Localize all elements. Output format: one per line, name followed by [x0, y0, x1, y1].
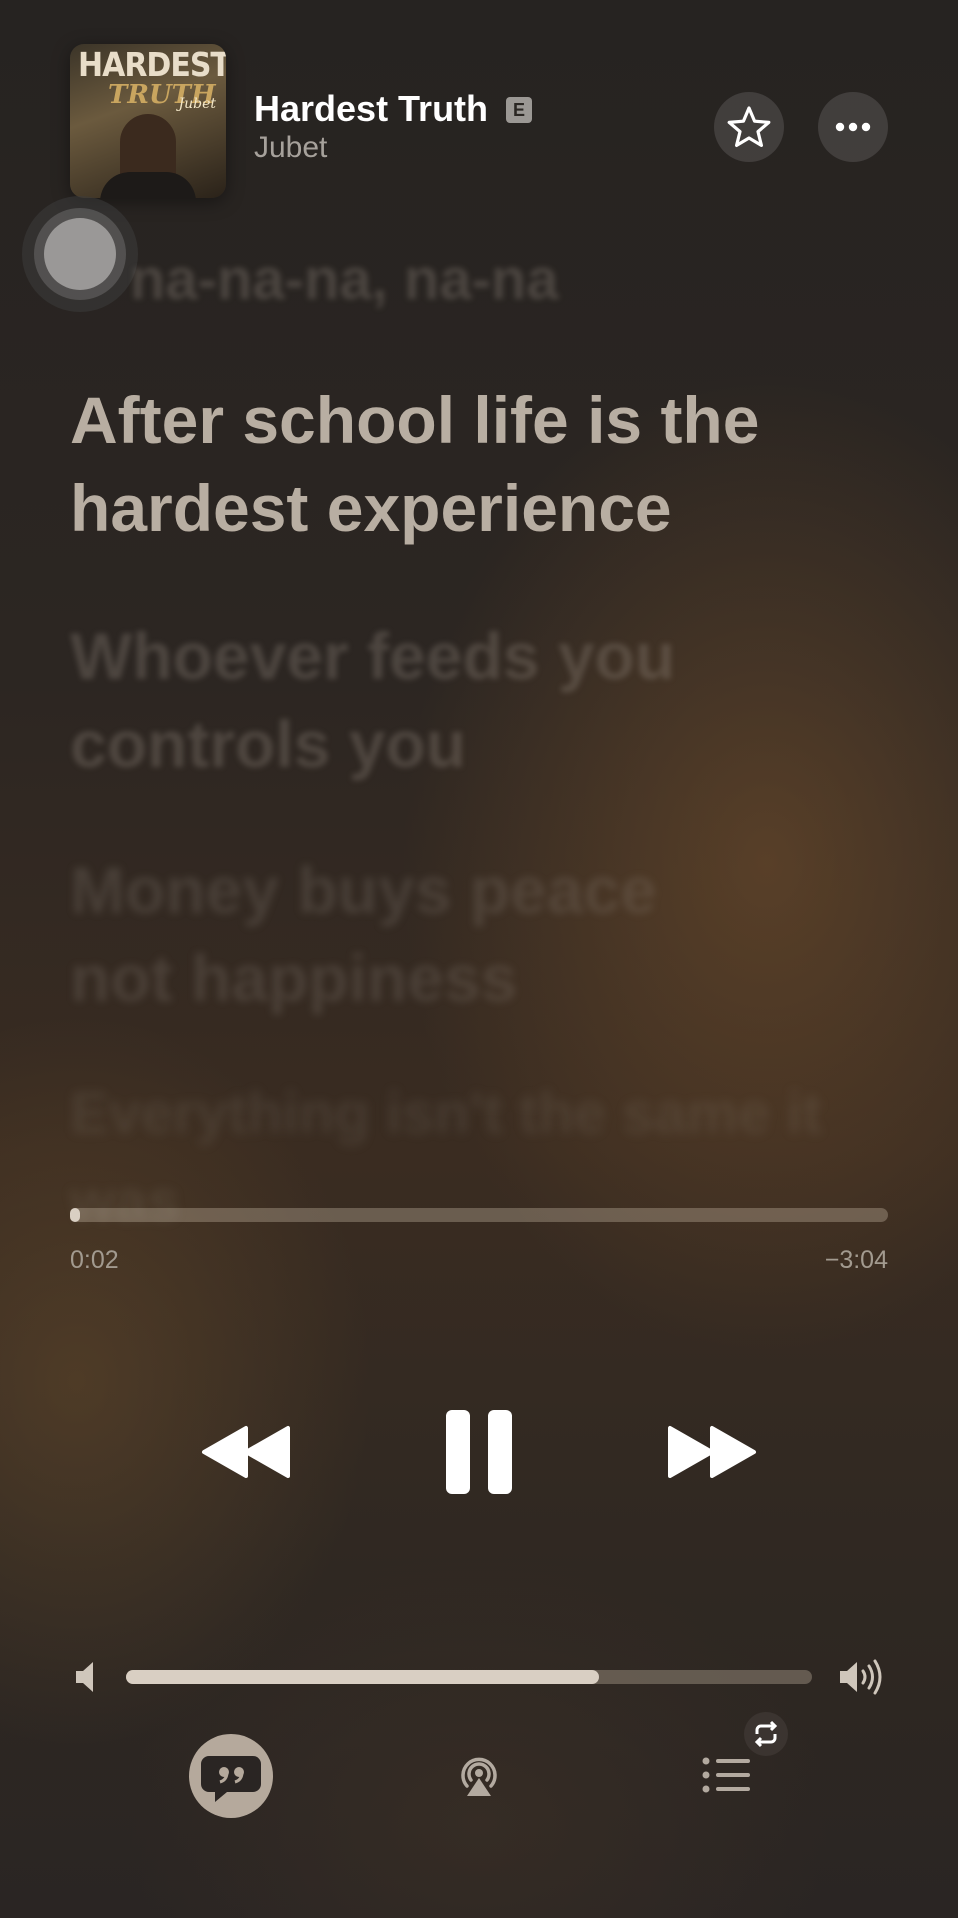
more-button[interactable] [818, 92, 888, 162]
song-title[interactable]: Hardest Truth [254, 88, 488, 130]
favorite-button[interactable] [714, 92, 784, 162]
lyric-line-next-2[interactable]: Money buys peace not happiness [70, 846, 750, 1022]
artwork-figure [100, 172, 196, 198]
previous-button[interactable] [200, 1424, 292, 1485]
album-artwork[interactable]: HARDEST TRUTH Jubet [70, 44, 226, 198]
lyric-line-previous[interactable]: na-na-na, na-na [130, 236, 958, 324]
artwork-signature: Jubet [178, 96, 216, 112]
queue-button[interactable] [702, 1756, 752, 1799]
forward-icon [668, 1426, 756, 1478]
assistive-touch-dot [44, 218, 116, 290]
playback-scrubber[interactable] [70, 1208, 888, 1222]
artwork-title-line1: HARDEST [78, 46, 226, 85]
elapsed-time: 0:02 [70, 1246, 119, 1274]
list-icon [702, 1757, 750, 1793]
pause-button[interactable] [444, 1408, 514, 1501]
pause-icon [446, 1410, 512, 1494]
backward-icon [202, 1426, 290, 1478]
volume-slider[interactable] [126, 1670, 812, 1684]
airplay-button[interactable] [453, 1748, 505, 1805]
playback-progress-fill [70, 1208, 80, 1222]
next-button[interactable] [666, 1424, 758, 1485]
repeat-icon [754, 1720, 778, 1748]
explicit-badge: E [506, 97, 532, 123]
star-icon [727, 106, 771, 147]
ellipsis-icon [835, 122, 871, 132]
lyric-line-current[interactable]: After school life is the hardest experie… [70, 376, 900, 552]
remaining-time: −3:04 [824, 1246, 888, 1274]
airplay-icon [461, 1757, 497, 1796]
lyric-line-next-1[interactable]: Whoever feeds you controls you [70, 612, 790, 788]
volume-level-fill [126, 1670, 600, 1684]
speaker-high-icon [838, 1658, 888, 1701]
lyrics-button[interactable] [189, 1734, 273, 1818]
assistive-touch-button[interactable] [22, 196, 138, 312]
quote-bubble-icon [201, 1756, 261, 1802]
speaker-low-icon [74, 1660, 102, 1699]
repeat-badge [744, 1712, 788, 1756]
artist-name[interactable]: Jubet [254, 131, 327, 165]
